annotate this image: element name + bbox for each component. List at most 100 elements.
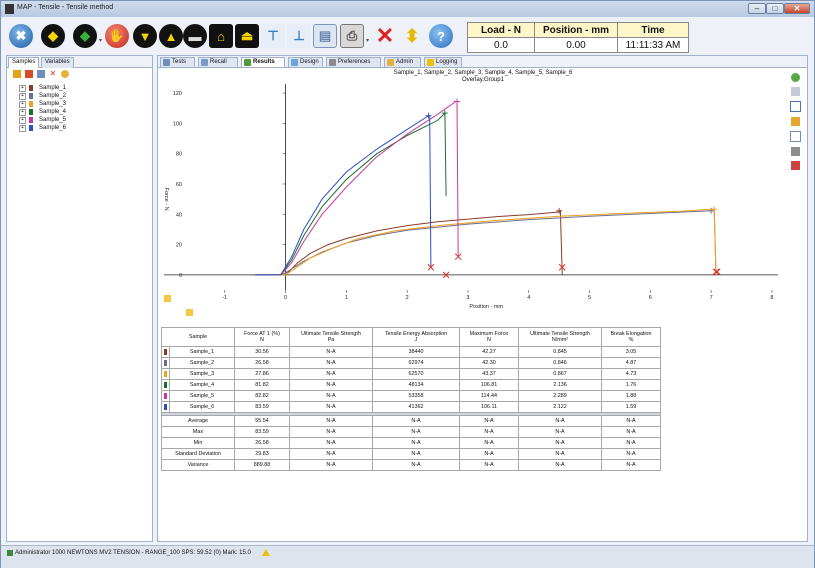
remove-icon[interactable]: ✕ xyxy=(49,70,57,78)
help-icon[interactable]: ? xyxy=(429,24,453,48)
sequence-up-icon[interactable]: ◆ xyxy=(41,24,65,48)
layout-icon[interactable] xyxy=(789,131,801,142)
expand-icon[interactable]: + xyxy=(19,93,26,100)
stats-row: Average 55.54 N-A N-A N-A N-A N-A xyxy=(161,415,661,427)
column-header[interactable]: Sample xyxy=(161,327,235,347)
table-cell: 889.88 xyxy=(234,459,290,471)
table-cell: N-A xyxy=(289,437,373,449)
tab-variables[interactable]: Variables xyxy=(41,57,74,68)
table-row[interactable]: Sample_2 26.58 N-A 62974 42.30 0.846 4.87 xyxy=(160,357,661,369)
table-cell: 42.30 xyxy=(459,357,519,369)
force-position-chart[interactable]: -1 0 1 2 3 4 5 6 7 8020406080100120Position - mmF… xyxy=(158,56,809,321)
axis-settings-icon[interactable] xyxy=(186,309,193,316)
chart-tools xyxy=(787,70,803,175)
column-header[interactable]: Break Elongation% xyxy=(601,327,661,347)
max-force-marker xyxy=(454,98,461,105)
sample-tree-item[interactable]: + Sample_2 xyxy=(19,92,66,100)
new-sample-icon[interactable] xyxy=(13,70,21,78)
zoom-icon[interactable] xyxy=(789,101,801,112)
table-cell: 83.59 xyxy=(234,426,290,438)
delete-icon[interactable]: ✕ xyxy=(373,23,397,48)
table-cell: 1.59 xyxy=(601,401,661,413)
table-row[interactable]: Sample_5 82.82 N-A 53358 114.44 2.289 1.88 xyxy=(160,390,661,402)
lock-icon[interactable] xyxy=(164,295,171,302)
sample-tree-item[interactable]: + Sample_5 xyxy=(19,116,66,124)
crosshead-icon[interactable]: ▬ xyxy=(183,24,207,48)
chevron-down-icon[interactable]: ▾ xyxy=(99,37,104,44)
cursor-icon[interactable] xyxy=(790,87,800,96)
sample-tree-item[interactable]: + Sample_4 xyxy=(19,108,66,116)
column-header[interactable]: Maximum Force N xyxy=(459,327,519,347)
sample-tree-item[interactable]: + Sample_1 xyxy=(19,84,66,92)
table-cell: 2.136 xyxy=(518,379,602,391)
table-row[interactable]: Sample_6 83.59 N-A 41362 106.11 2.122 1.59 xyxy=(160,401,661,413)
copy-icon[interactable] xyxy=(36,70,45,78)
home-icon[interactable]: ⌂ xyxy=(209,24,233,48)
table-cell: N-A xyxy=(289,459,373,471)
warning-icon xyxy=(262,549,270,556)
sample-color-swatch xyxy=(29,101,33,107)
column-header-unit: Pa xyxy=(327,337,335,343)
table-cell: Average xyxy=(161,415,235,427)
sample-tree-item[interactable]: + Sample_3 xyxy=(19,100,66,108)
return-icon[interactable]: ⏏ xyxy=(235,24,259,48)
refresh-icon[interactable] xyxy=(790,73,800,82)
tab-samples[interactable]: Samples xyxy=(8,57,40,68)
close-button[interactable]: ✕ xyxy=(784,3,810,14)
sample-color-swatch xyxy=(29,85,33,91)
table-cell: Sample_3 xyxy=(169,368,235,380)
minimize-button[interactable]: – xyxy=(748,3,766,14)
column-header[interactable]: Ultimate Tensile Strength N/mm² xyxy=(518,327,602,347)
left-tab-strip: Samples Variables xyxy=(7,56,152,68)
jog-up-icon[interactable]: ▲ xyxy=(159,24,183,48)
title-bar: MAP - Tensile - Tensile method – □ ✕ xyxy=(1,1,814,17)
sequence-down-icon[interactable]: ◆ xyxy=(73,24,97,48)
stop-icon[interactable]: ✋ xyxy=(105,24,129,48)
sample-color-swatch xyxy=(164,404,168,410)
report-icon[interactable]: ▤ xyxy=(313,24,337,48)
fixture-icon[interactable]: ⊥ xyxy=(287,24,311,48)
expand-icon[interactable]: + xyxy=(19,125,26,132)
print-icon[interactable]: ⎙ xyxy=(340,24,364,48)
chart-settings-icon[interactable] xyxy=(790,161,800,170)
jog-down-icon[interactable]: ▼ xyxy=(133,24,157,48)
table-row[interactable]: Sample_3 27.86 N-A 62570 43.37 0.867 4.73 xyxy=(160,368,661,380)
series-line-sample_3 xyxy=(255,208,717,276)
folder-icon[interactable] xyxy=(790,117,800,126)
table-cell: N-A xyxy=(289,368,373,380)
expand-icon[interactable]: + xyxy=(19,85,26,92)
row-color-marker xyxy=(160,390,171,402)
sample-tree-label: Sample_4 xyxy=(39,109,67,115)
export-icon[interactable]: ⬍ xyxy=(400,24,424,48)
table-cell: 29.83 xyxy=(234,448,290,460)
expand-icon[interactable]: + xyxy=(19,109,26,116)
options-icon[interactable] xyxy=(60,70,69,78)
table-cell: N-A xyxy=(459,426,519,438)
recycle-icon[interactable] xyxy=(24,70,33,78)
table-cell: N-A xyxy=(289,379,373,391)
tools-icon[interactable] xyxy=(790,147,800,156)
sample-tree-label: Sample_5 xyxy=(39,117,67,123)
table-row[interactable]: Sample_4 81.82 N-A 48134 106.81 2.136 1.76 xyxy=(160,379,661,391)
table-cell: N-A xyxy=(601,437,661,449)
table-cell: 83.59 xyxy=(234,401,290,413)
clamp-icon[interactable]: ⊤ xyxy=(261,24,285,48)
expand-icon[interactable]: + xyxy=(19,101,26,108)
y-tick-label: 120 xyxy=(173,91,182,97)
column-header[interactable]: Tensile Energy Absorption J xyxy=(372,327,460,347)
column-header[interactable]: Ultimate Tensile Strength Pa xyxy=(289,327,373,347)
sample-tree-item[interactable]: + Sample_6 xyxy=(19,124,66,132)
table-cell: 114.44 xyxy=(459,390,519,402)
chevron-down-icon[interactable]: ▾ xyxy=(366,37,371,44)
table-row[interactable]: Sample_1 30.56 N-A 38440 42.27 0.845 3.05 xyxy=(160,346,661,358)
row-color-marker xyxy=(160,368,171,380)
maximize-button[interactable]: □ xyxy=(766,3,784,14)
column-header[interactable]: Force AT 1 (%) N xyxy=(234,327,290,347)
main-panel: Tests Recall Results Design Preferences Admin… xyxy=(157,55,808,542)
table-cell: N-A xyxy=(459,459,519,471)
table-cell: 2.289 xyxy=(518,390,602,402)
table-cell: 43.37 xyxy=(459,368,519,380)
expand-icon[interactable]: + xyxy=(19,117,26,124)
tools-icon[interactable]: ✖ xyxy=(9,24,33,48)
y-tick-label: 80 xyxy=(176,152,182,158)
